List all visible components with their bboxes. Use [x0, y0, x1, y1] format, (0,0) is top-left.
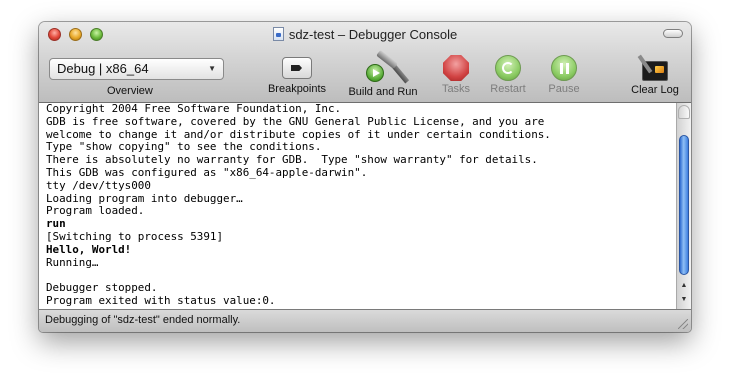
- chevron-down-icon: ▼: [208, 64, 216, 73]
- status-text: Debugging of "sdz-test" ended normally.: [45, 314, 241, 326]
- breakpoints-button[interactable]: Breakpoints: [262, 54, 332, 95]
- console-line: This GDB was configured as "x86_64-apple…: [46, 165, 368, 179]
- restart-icon: [495, 55, 521, 81]
- scroll-down-arrow-icon[interactable]: ▼: [677, 293, 691, 307]
- document-icon[interactable]: [272, 27, 284, 41]
- console-line: tty /dev/ttys000: [46, 178, 151, 192]
- console-text: Copyright 2004 Free Software Foundation,…: [39, 103, 676, 308]
- restart-label: Restart: [490, 83, 526, 95]
- console-line: Program exited with status value:0.: [46, 293, 276, 307]
- pause-label: Pause: [548, 83, 580, 95]
- tasks-label: Tasks: [441, 83, 471, 95]
- toolbar-toggle-button[interactable]: [663, 29, 683, 38]
- console-line: GDB is free software, covered by the GNU…: [46, 114, 545, 128]
- window-title-bar: sdz-test – Debugger Console: [39, 26, 691, 44]
- pause-button[interactable]: Pause: [539, 54, 589, 95]
- console-line: Hello, World!: [46, 242, 132, 256]
- breakpoints-icon: [282, 57, 312, 79]
- tasks-button[interactable]: Tasks: [436, 54, 476, 95]
- build-and-run-button[interactable]: Build and Run: [343, 49, 423, 98]
- console-line: Running…: [46, 255, 99, 269]
- clear-console-icon: [637, 54, 670, 82]
- scheme-value: Debug | x86_64: [57, 61, 149, 76]
- resize-grip-icon[interactable]: [678, 319, 688, 329]
- status-bar: Debugging of "sdz-test" ended normally.: [39, 309, 691, 332]
- vertical-scrollbar[interactable]: ▲ ▼: [676, 103, 691, 309]
- scheme-popup-button[interactable]: Debug | x86_64 ▼: [49, 58, 224, 80]
- breakpoints-label: Breakpoints: [267, 83, 327, 95]
- scrollbar-thumb[interactable]: [679, 135, 689, 275]
- console-output[interactable]: Copyright 2004 Free Software Foundation,…: [39, 103, 676, 309]
- console-line: Program loaded.: [46, 204, 145, 218]
- console-line: [Switching to process 5391]: [46, 229, 224, 243]
- build-and-run-label: Build and Run: [348, 86, 418, 98]
- pause-icon: [551, 55, 577, 81]
- scrollbar-top-cap: [678, 105, 690, 119]
- clear-log-button[interactable]: Clear Log: [623, 54, 687, 96]
- window-title: sdz-test – Debugger Console: [288, 27, 458, 42]
- restart-button[interactable]: Restart: [483, 54, 533, 95]
- clear-log-label: Clear Log: [631, 84, 679, 96]
- scroll-up-arrow-icon[interactable]: ▲: [677, 279, 691, 293]
- overview-label: Overview: [107, 85, 153, 97]
- hammer-play-icon: [366, 49, 410, 84]
- console-line: Copyright 2004 Free Software Foundation,…: [46, 103, 342, 115]
- debugger-console-window: sdz-test – Debugger Console Debug | x86_…: [39, 22, 691, 332]
- window-toolbar: sdz-test – Debugger Console Debug | x86_…: [39, 22, 691, 103]
- stop-sign-icon: [443, 55, 469, 81]
